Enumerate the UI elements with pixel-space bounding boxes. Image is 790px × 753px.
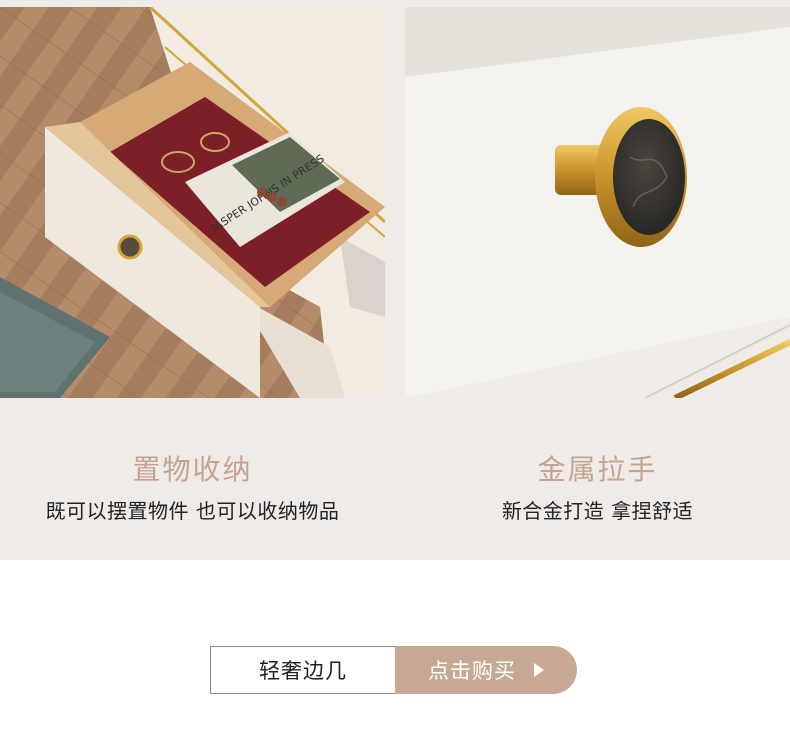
feature-title-metal-handle: 金属拉手 — [537, 453, 658, 486]
feature-title-storage: 置物收纳 — [132, 453, 253, 486]
purchase-bar: 轻奢边几 点击购买 — [210, 646, 577, 694]
feature-desc-storage: 既可以摆置物件 也可以收纳物品 — [45, 499, 340, 523]
buy-button[interactable]: 点击购买 — [395, 646, 577, 694]
knob-photo — [405, 7, 790, 398]
feature-desc-metal-handle: 新合金打造 拿捏舒适 — [501, 499, 694, 523]
open-drawer-illustration-icon: JASPER JOHNS IN PRESS — [0, 7, 385, 398]
buy-button-label: 点击购买 — [428, 659, 516, 683]
product-name-label: 轻奢边几 — [210, 646, 395, 694]
drawer-photo: JASPER JOHNS IN PRESS — [0, 7, 385, 398]
metal-knob-illustration-icon — [405, 7, 790, 398]
play-arrow-icon — [534, 663, 544, 677]
